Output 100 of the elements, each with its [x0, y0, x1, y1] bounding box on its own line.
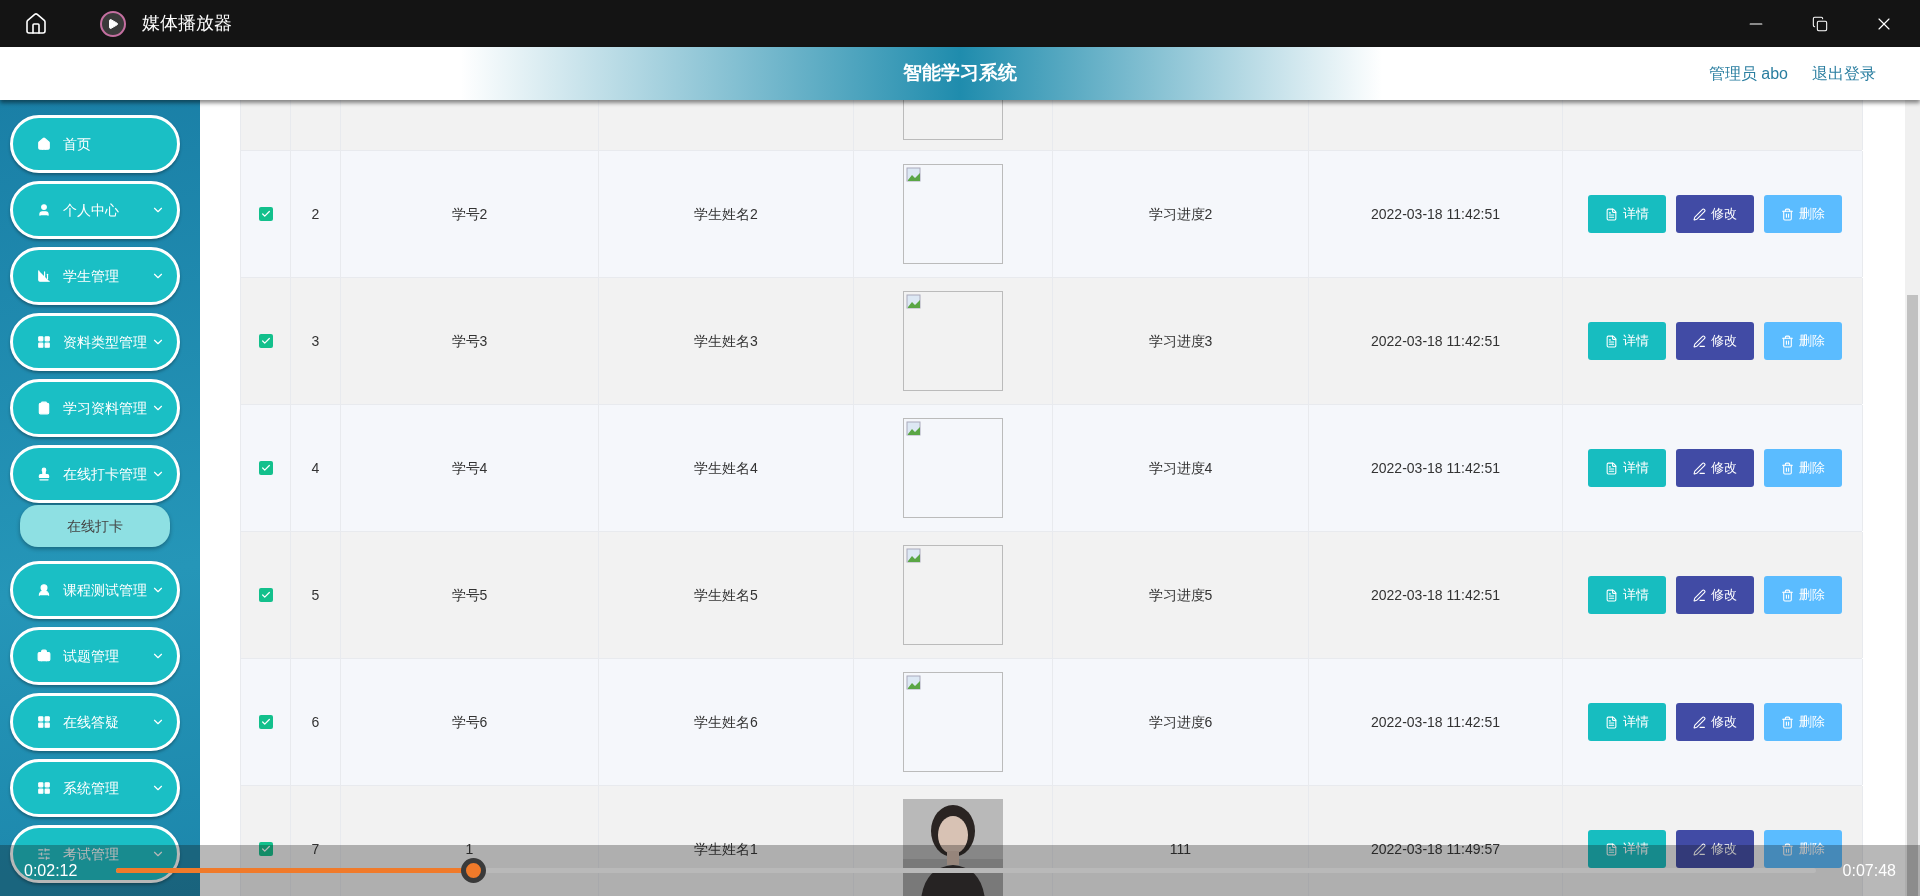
table-cell-text: 5	[311, 585, 320, 605]
table-cell-text: 学习进度6	[1148, 712, 1213, 732]
trash-icon	[1781, 207, 1794, 221]
trash-icon	[1781, 842, 1794, 856]
document-icon	[1605, 842, 1618, 856]
sliders-icon	[37, 847, 51, 861]
table-cell-text: 学号3	[451, 331, 488, 351]
detail-button[interactable]: 详情	[1588, 195, 1666, 233]
pen-icon	[1693, 842, 1706, 856]
window-title: 媒体播放器	[142, 12, 232, 35]
checkbox[interactable]	[258, 842, 273, 856]
grid-icon	[37, 335, 51, 349]
edit-button[interactable]: 修改	[1676, 195, 1754, 233]
table-cell-text: 111	[1169, 839, 1192, 859]
delete-button[interactable]: 删除	[1764, 830, 1842, 868]
edit-button[interactable]: 修改	[1676, 576, 1754, 614]
menu-item[interactable]: 课程测试管理	[10, 561, 180, 619]
checkbox[interactable]	[258, 334, 273, 348]
menu-item[interactable]: 试题管理	[10, 627, 180, 685]
broken-image-icon	[906, 421, 922, 437]
document-icon	[1605, 461, 1618, 475]
trash-icon	[1781, 588, 1794, 602]
table-cell-text: 学习进度2	[1148, 204, 1213, 224]
table-cell-text: 2	[311, 204, 320, 224]
user-icon	[37, 203, 51, 217]
checkbox[interactable]	[258, 461, 273, 475]
menu-item[interactable]: 首页	[10, 115, 180, 173]
check-icon	[260, 590, 271, 600]
delete-button[interactable]: 删除	[1764, 576, 1842, 614]
document-icon	[1605, 588, 1618, 602]
detail-button[interactable]: 详情	[1588, 449, 1666, 487]
delete-button[interactable]: 删除	[1764, 322, 1842, 360]
delete-button[interactable]: 删除	[1764, 449, 1842, 487]
detail-button[interactable]: 详情	[1588, 576, 1666, 614]
app-title: 智能学习系统	[902, 61, 1018, 86]
menu-item[interactable]: 学生管理	[10, 247, 180, 305]
check-icon	[260, 336, 271, 346]
menu-item[interactable]: 在线打卡管理	[10, 445, 180, 503]
table-cell-text: 学生姓名4	[694, 458, 758, 478]
pen-icon	[1693, 588, 1706, 602]
table-cell-text: 2022-03-18 11:42:51	[1371, 331, 1500, 351]
checkbox[interactable]	[258, 715, 273, 729]
bar-chart-icon	[37, 269, 51, 283]
table-cell-text: 学生姓名5	[694, 585, 758, 605]
check-icon	[260, 463, 271, 473]
edit-button[interactable]: 修改	[1676, 703, 1754, 741]
table-cell-text: 学生姓名1	[694, 839, 758, 859]
house-icon	[37, 137, 51, 151]
menu-item[interactable]: 系统管理	[10, 759, 180, 817]
checkbox[interactable]	[258, 207, 273, 221]
table-cell-text: 4	[311, 458, 320, 478]
home-icon[interactable]	[24, 11, 48, 36]
checkbox[interactable]	[258, 588, 273, 602]
menu-item[interactable]: 在线答疑	[10, 693, 180, 751]
check-icon	[260, 717, 271, 727]
pen-icon	[1693, 207, 1706, 221]
document-icon	[1605, 207, 1618, 221]
detail-button[interactable]: 详情	[1588, 322, 1666, 360]
detail-button[interactable]: 详情	[1588, 703, 1666, 741]
document-icon	[1605, 715, 1618, 729]
stamp-icon	[37, 467, 51, 481]
edit-button[interactable]: 修改	[1676, 830, 1754, 868]
trash-icon	[1781, 461, 1794, 475]
table-cell-text: 学生姓名6	[694, 712, 758, 732]
menu-item[interactable]: 个人中心	[10, 181, 180, 239]
menu-item[interactable]: 学习资料管理	[10, 379, 180, 437]
scrollbar-thumb[interactable]	[1907, 295, 1918, 896]
detail-button[interactable]: 详情	[1588, 830, 1666, 868]
pen-icon	[1693, 715, 1706, 729]
user-icon	[37, 583, 51, 597]
document-icon	[1605, 334, 1618, 348]
pen-icon	[1693, 334, 1706, 348]
table-cell-text: 3	[311, 331, 320, 351]
table-cell-text: 学号5	[451, 585, 488, 605]
check-icon	[260, 209, 271, 219]
table-cell-text: 学号2	[451, 204, 488, 224]
table-cell-text: 2022-03-18 11:42:51	[1371, 712, 1500, 732]
grid-icon	[37, 715, 51, 729]
table-cell-text: 1	[465, 839, 474, 859]
table-cell-text: 6	[311, 712, 320, 732]
submenu-item[interactable]: 在线打卡	[20, 505, 170, 547]
total-time: 0:07:48	[1842, 860, 1896, 881]
restore-icon[interactable]	[1812, 15, 1828, 32]
play-icon	[100, 10, 126, 37]
briefcase-icon	[37, 649, 51, 663]
edit-button[interactable]: 修改	[1676, 449, 1754, 487]
check-icon	[260, 844, 271, 854]
trash-icon	[1781, 715, 1794, 729]
menu-item[interactable]: 资料类型管理	[10, 313, 180, 371]
edit-button[interactable]: 修改	[1676, 322, 1754, 360]
logout-link[interactable]: 退出登录	[1812, 61, 1876, 86]
broken-image-icon	[906, 294, 922, 310]
delete-button[interactable]: 删除	[1764, 703, 1842, 741]
table-cell-text: 2022-03-18 11:42:51	[1371, 204, 1500, 224]
delete-button[interactable]: 删除	[1764, 195, 1842, 233]
table-cell-text: 学生姓名3	[694, 331, 758, 351]
clipboard-icon	[37, 401, 51, 415]
table-cell-text: 2022-03-18 11:42:51	[1371, 458, 1500, 478]
trash-icon	[1781, 334, 1794, 348]
table-cell-text: 学习进度3	[1148, 331, 1213, 351]
